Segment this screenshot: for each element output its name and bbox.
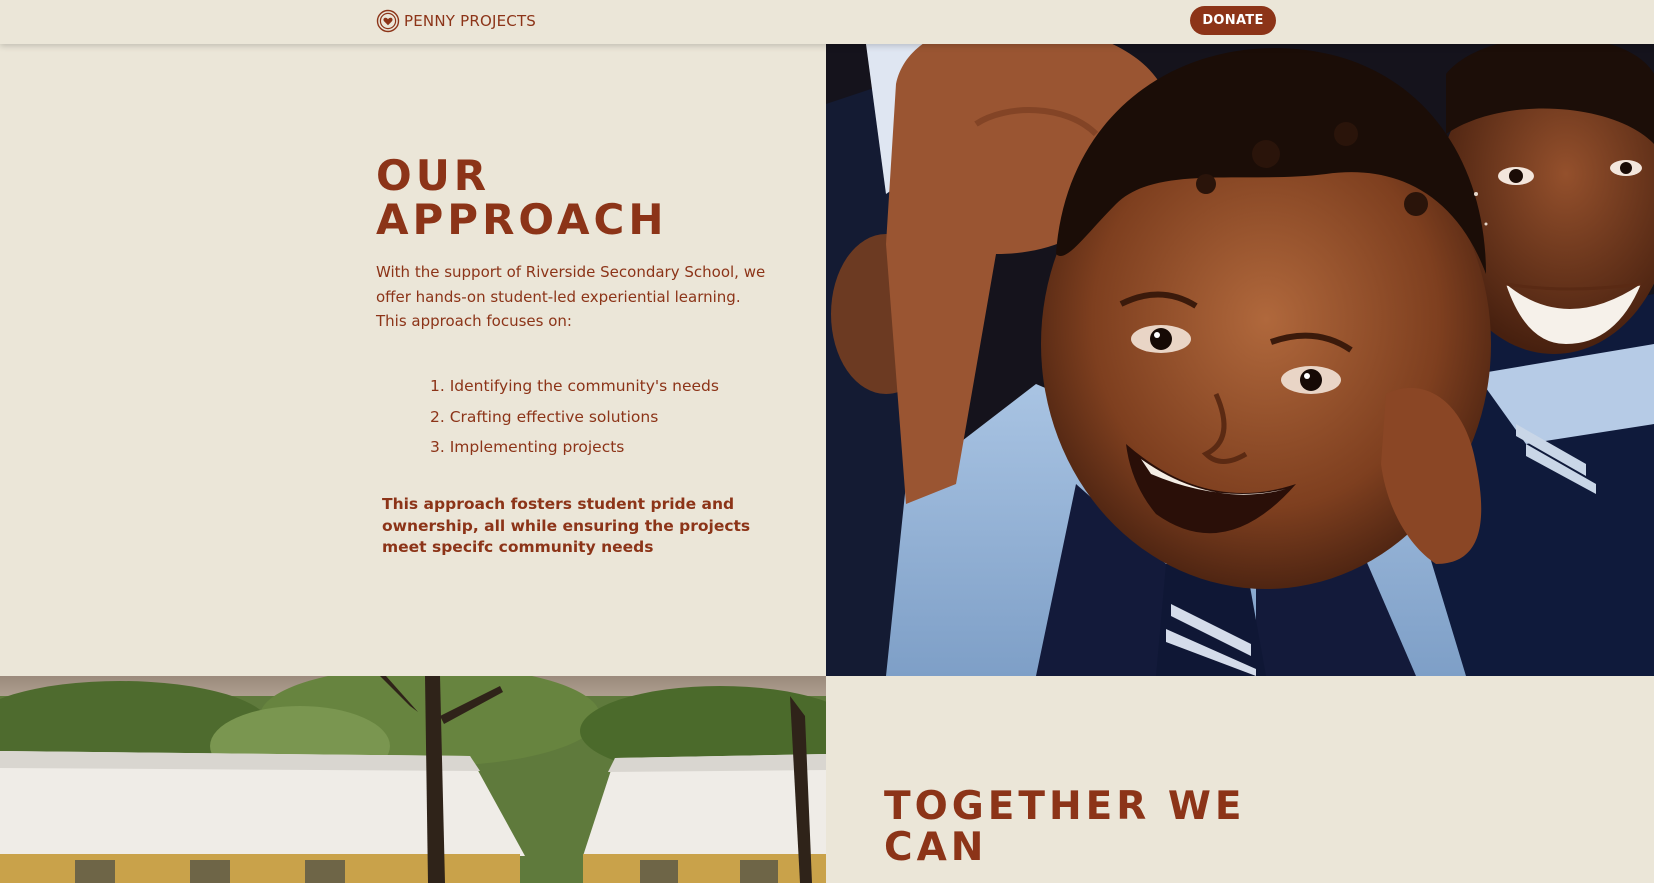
school-building-photo [0, 676, 826, 883]
heart-circle-icon [376, 9, 400, 33]
children-photo-illustration [826, 44, 1654, 676]
donate-button[interactable]: DONATE [1190, 6, 1276, 35]
approach-heading-line2: APPROACH [376, 195, 668, 244]
approach-step: 2. Crafting effective solutions [430, 407, 659, 426]
children-photo [826, 44, 1654, 676]
approach-step: 1. Identifying the community's needs [430, 377, 719, 395]
together-heading: TOGETHER WE CAN [884, 786, 1246, 868]
approach-heading-line1: OUR [376, 151, 491, 200]
together-heading-line2: CAN [884, 825, 988, 870]
school-photo-illustration [0, 676, 826, 883]
site-header: PENNY PROJECTS DONATE [0, 0, 1654, 44]
approach-heading: OUR APPROACH [376, 154, 667, 242]
brand-name: PENNY PROJECTS [404, 12, 537, 30]
approach-steps-list: 1. Identifying the community's needs 2. … [430, 371, 719, 463]
approach-step: 3. Implementing projects [430, 438, 625, 456]
approach-intro: With the support of Riverside Secondary … [376, 263, 766, 330]
approach-closing-statement: This approach fosters student pride and … [382, 495, 751, 556]
brand-logo[interactable]: PENNY PROJECTS [376, 9, 536, 33]
together-heading-line1: TOGETHER WE [884, 784, 1246, 829]
